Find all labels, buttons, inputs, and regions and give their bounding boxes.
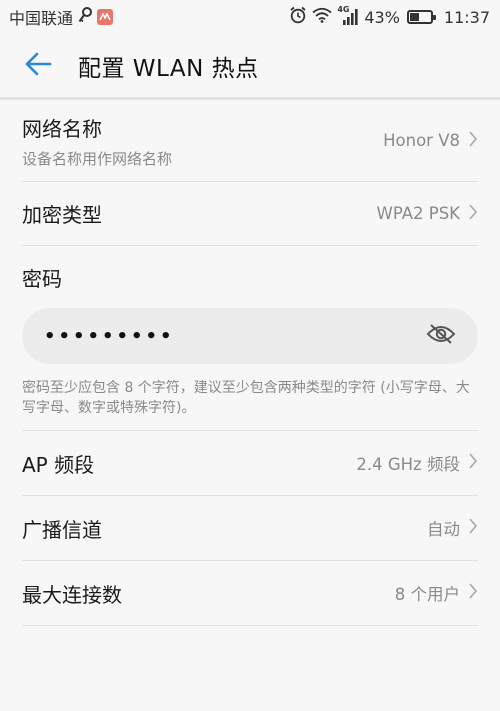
chevron-right-icon	[468, 517, 478, 539]
wifi-icon	[312, 7, 332, 27]
chevron-right-icon	[468, 452, 478, 474]
alarm-icon	[289, 6, 307, 28]
network-name-subtitle: 设备名称用作网络名称	[22, 149, 173, 168]
clock-time: 11:37	[443, 7, 490, 27]
chevron-right-icon	[468, 130, 478, 152]
encryption-type-row[interactable]: 加密类型 WPA2 PSK	[22, 182, 478, 246]
password-value: •••••••••	[44, 325, 175, 347]
battery-icon	[406, 10, 436, 24]
battery-percent: 43%	[364, 7, 400, 27]
status-bar-left: 中国联通	[9, 5, 114, 29]
network-name-title: 网络名称	[22, 116, 102, 141]
chevron-right-icon	[468, 203, 478, 225]
cellular-signal-icon: 4G	[337, 5, 359, 26]
encryption-type-value: WPA2 PSK	[376, 204, 460, 223]
key-icon	[78, 7, 93, 27]
eye-off-icon[interactable]	[426, 322, 456, 350]
network-name-text: 网络名称 设备名称用作网络名称	[22, 113, 172, 169]
status-bar: 中国联通 4G 43% 11:37	[0, 0, 500, 34]
encryption-type-right: WPA2 PSK	[377, 203, 478, 225]
password-hint: 密码至少应包含 8 个字符，建议至少包含两种类型的字符 (小写字母、大写字母、数…	[22, 364, 478, 431]
encryption-type-title: 加密类型	[22, 203, 102, 227]
arrow-left-icon	[24, 52, 52, 80]
settings-list: 网络名称 设备名称用作网络名称 Honor V8 加密类型 WPA2 PSK 密…	[0, 100, 500, 626]
password-label: 密码	[22, 267, 62, 291]
max-connections-value: 8 个用户	[394, 585, 460, 604]
ap-band-row[interactable]: AP 频段 2.4 GHz 频段	[22, 431, 478, 496]
broadcast-channel-value: 自动	[427, 520, 460, 539]
carrier-name: 中国联通	[9, 9, 74, 28]
network-name-right: Honor V8	[383, 130, 478, 152]
broadcast-channel-row[interactable]: 广播信道 自动	[22, 496, 478, 561]
ap-band-value: 2.4 GHz 频段	[356, 455, 460, 474]
broadcast-channel-right: 自动	[427, 516, 478, 540]
notification-app-icon	[97, 9, 114, 25]
network-name-row[interactable]: 网络名称 设备名称用作网络名称 Honor V8	[22, 100, 478, 182]
back-button[interactable]	[0, 34, 78, 98]
battery-level	[409, 13, 420, 21]
password-input[interactable]: •••••••••	[22, 308, 478, 364]
broadcast-channel-title: 广播信道	[22, 517, 102, 542]
chevron-right-icon	[468, 582, 478, 604]
max-connections-row[interactable]: 最大连接数 8 个用户	[22, 561, 478, 626]
page-title: 配置 WLAN 热点	[78, 56, 259, 82]
ap-band-right: 2.4 GHz 频段	[356, 451, 478, 475]
ap-band-title: AP 频段	[22, 452, 95, 477]
max-connections-title: 最大连接数	[22, 582, 122, 607]
status-bar-right: 4G 43% 11:37	[289, 5, 490, 28]
max-connections-right: 8 个用户	[395, 581, 478, 605]
app-bar: 配置 WLAN 热点	[0, 34, 500, 98]
network-name-value: Honor V8	[383, 131, 460, 150]
